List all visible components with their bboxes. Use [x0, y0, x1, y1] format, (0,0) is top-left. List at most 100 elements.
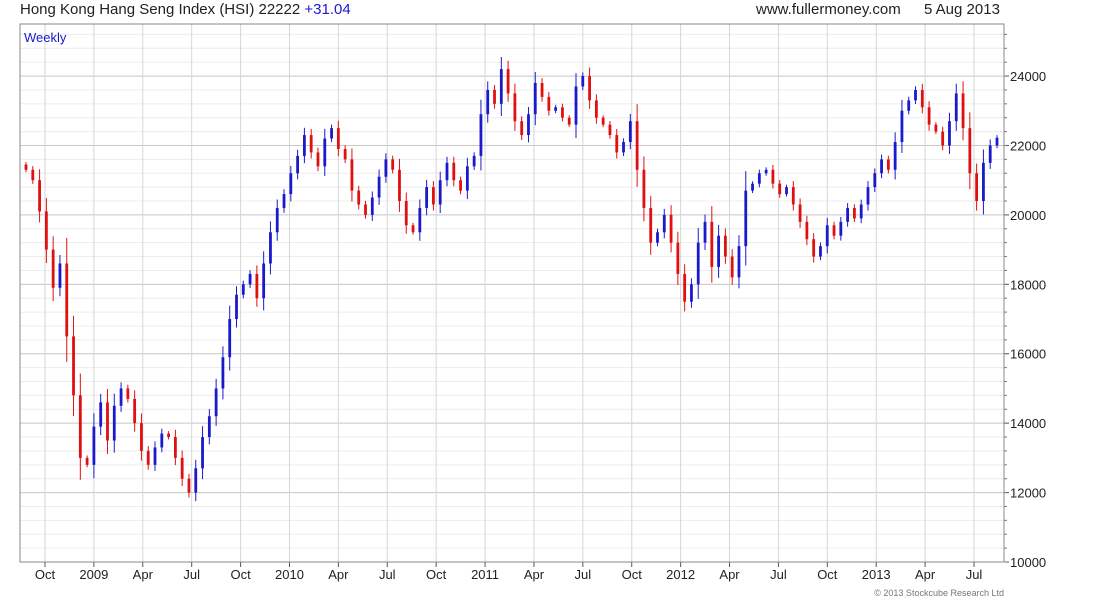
candle-body: [757, 173, 761, 184]
candle-body: [846, 207, 850, 222]
candle-body: [975, 173, 979, 202]
plot-area: [20, 24, 1004, 562]
y-tick-label: 10000: [1010, 555, 1046, 570]
x-tick-label: Jul: [183, 567, 200, 582]
candle-body: [594, 100, 598, 118]
candle-body: [941, 131, 945, 146]
candle-body: [982, 162, 985, 202]
candle-body: [920, 89, 924, 108]
candle-body: [85, 457, 89, 465]
candle-body: [78, 395, 82, 458]
y-tick-label: 14000: [1010, 416, 1046, 431]
candle-body: [459, 180, 462, 191]
candle-body: [506, 69, 510, 94]
period-label: Weekly: [24, 30, 67, 45]
candle-body: [486, 89, 490, 115]
candle-body: [880, 159, 883, 174]
x-tick-label: Jul: [379, 567, 396, 582]
x-tick-label: Oct: [426, 567, 447, 582]
candle-body: [228, 319, 232, 358]
candle-body: [296, 155, 300, 174]
candle-body: [561, 107, 564, 118]
candle-body: [717, 235, 721, 267]
candle-body: [723, 235, 727, 257]
candle-body: [364, 204, 367, 215]
candle-body: [398, 169, 401, 202]
candle-body: [520, 121, 524, 136]
candle-body: [194, 468, 198, 493]
candle-body: [785, 187, 788, 195]
candle-body: [58, 263, 62, 288]
candle-body: [622, 142, 625, 153]
candle-body: [201, 437, 204, 469]
candle-body: [656, 232, 659, 243]
candle-body: [99, 402, 103, 427]
candle-body: [730, 256, 734, 278]
candle-body: [683, 273, 687, 302]
candle-body: [221, 357, 225, 389]
candle-body: [649, 207, 653, 243]
candle-body: [65, 263, 69, 337]
candle-body: [662, 214, 666, 233]
candle-body: [710, 221, 714, 267]
x-tick-label: Apr: [524, 567, 545, 582]
candle-body: [676, 242, 680, 274]
candle-body: [31, 169, 35, 181]
candle-body: [316, 152, 320, 167]
candle-body: [853, 207, 856, 219]
candle-body: [173, 437, 177, 458]
candle-body: [778, 183, 782, 195]
candle-body: [262, 263, 266, 299]
x-tick-label: Oct: [230, 567, 251, 582]
x-tick-label: 2012: [666, 567, 695, 582]
y-tick-label: 20000: [1010, 208, 1046, 223]
candle-body: [832, 225, 836, 236]
candle-body: [214, 388, 218, 417]
candle-body: [968, 128, 972, 174]
candle-body: [44, 211, 48, 250]
candle-body: [493, 89, 496, 104]
candle-body: [38, 180, 41, 212]
candle-body: [798, 204, 802, 222]
candle-body: [737, 246, 741, 278]
candle-body: [302, 135, 306, 156]
candle-body: [547, 96, 551, 111]
candle-body: [112, 405, 116, 441]
candle-body: [418, 207, 422, 233]
x-tick-label: 2013: [862, 567, 891, 582]
candle-body: [343, 148, 347, 160]
candle-body: [432, 187, 435, 205]
y-tick-label: 22000: [1010, 138, 1046, 153]
candle-body: [533, 83, 537, 115]
candle-body: [812, 239, 816, 257]
candle-body: [438, 180, 442, 205]
candle-body: [628, 121, 632, 143]
x-tick-label: Oct: [817, 567, 838, 582]
candle-body: [153, 447, 157, 465]
candle-body: [744, 190, 748, 247]
hsi-weekly-chart: 10000 12000 14000 16000 18000 20000 22000 24000…: [19, 23, 1046, 598]
x-tick-label: Apr: [133, 567, 154, 582]
candle-body: [92, 426, 96, 465]
candle-body: [791, 187, 795, 205]
candle-body: [513, 93, 517, 122]
candle-body: [235, 294, 238, 320]
candle-body: [282, 194, 286, 208]
candle-body: [934, 124, 938, 132]
candle-body: [370, 197, 374, 215]
candle-body: [377, 176, 381, 198]
candle-body: [927, 107, 931, 125]
candle-body: [635, 121, 639, 170]
candle-body: [207, 416, 211, 438]
candle-body: [499, 69, 503, 104]
candle-body: [948, 121, 951, 146]
x-tick-label: Apr: [915, 567, 936, 582]
candle-body: [574, 86, 578, 125]
candle-body: [988, 145, 992, 163]
candle-body: [601, 117, 605, 125]
candle-body: [900, 110, 904, 143]
x-tick-label: Oct: [35, 567, 56, 582]
x-tick-label: Jul: [966, 567, 983, 582]
candle-body: [839, 221, 843, 236]
candle-body: [24, 164, 28, 170]
